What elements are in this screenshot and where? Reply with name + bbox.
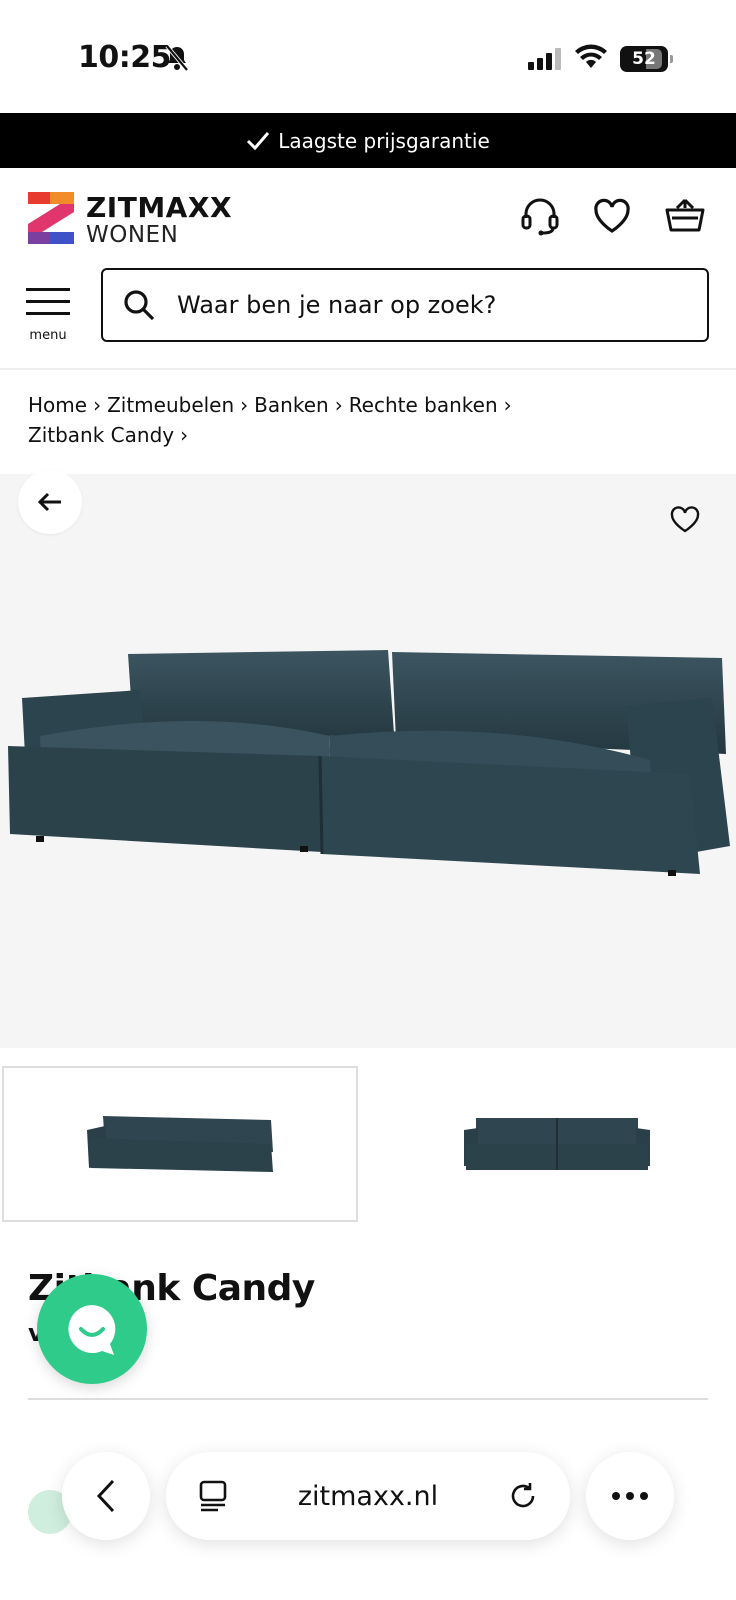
- battery-indicator: 52: [620, 46, 673, 72]
- back-button[interactable]: [18, 470, 82, 534]
- breadcrumb-rechte-banken[interactable]: Rechte banken: [349, 393, 498, 417]
- wishlist-heart-icon[interactable]: [592, 196, 632, 240]
- hamburger-icon: [26, 288, 70, 315]
- sofa-image: [8, 650, 730, 876]
- thumbnail-1[interactable]: [2, 1066, 358, 1222]
- menu-label: menu: [29, 328, 67, 343]
- address-bar[interactable]: zitmaxx.nl: [166, 1452, 570, 1540]
- more-dots-icon: [612, 1492, 648, 1500]
- check-icon: [247, 131, 270, 150]
- promo-text: Laagste prijsgarantie: [278, 128, 490, 153]
- url-text: zitmaxx.nl: [297, 1480, 439, 1512]
- breadcrumb-zitmeubelen[interactable]: Zitmeubelen: [107, 393, 234, 417]
- product-image[interactable]: [0, 474, 736, 1048]
- reload-icon[interactable]: [508, 1481, 538, 1511]
- chat-button[interactable]: [37, 1274, 147, 1384]
- arrow-left-icon: [37, 492, 61, 512]
- thumbnail-2[interactable]: [378, 1066, 736, 1222]
- wifi-icon: [574, 44, 608, 74]
- bell-off-icon: [164, 44, 190, 76]
- breadcrumb-banken[interactable]: Banken: [254, 393, 329, 417]
- customer-service-icon[interactable]: [520, 196, 560, 240]
- search-input[interactable]: [177, 291, 677, 319]
- battery-level: 52: [632, 49, 656, 69]
- logo-text-secondary: WONEN: [86, 222, 179, 248]
- signal-icon: [528, 48, 564, 74]
- breadcrumb-current[interactable]: Zitbank Candy: [28, 423, 174, 447]
- zitmaxx-logo[interactable]: ZITMAXX WONEN: [28, 192, 232, 248]
- menu-button[interactable]: menu: [26, 286, 70, 343]
- breadcrumb: Home › Zitmeubelen › Banken › Rechte banken › Zi…: [28, 393, 512, 447]
- chat-smile-icon: [68, 1305, 116, 1355]
- status-time: 10:25: [78, 40, 172, 75]
- logo-mark-icon: [28, 192, 74, 244]
- status-bar: 10:25 52: [0, 0, 736, 113]
- section-divider: [28, 1398, 708, 1400]
- sofa-thumbnail-image: [464, 1118, 650, 1170]
- sofa-thumbnail-image: [87, 1116, 273, 1172]
- search-bar[interactable]: [101, 268, 709, 342]
- header-divider: [0, 368, 736, 370]
- search-icon: [124, 290, 155, 321]
- breadcrumb-home[interactable]: Home: [28, 393, 87, 417]
- cart-basket-icon[interactable]: [664, 196, 706, 240]
- tab-overview-icon: [199, 1480, 227, 1512]
- favorite-heart-icon[interactable]: [670, 506, 700, 538]
- browser-back-button[interactable]: [62, 1452, 150, 1540]
- logo-text-primary: ZITMAXX: [86, 191, 233, 224]
- promo-bar: Laagste prijsgarantie: [0, 113, 736, 168]
- chevron-left-icon: [96, 1479, 115, 1513]
- browser-more-button[interactable]: [586, 1452, 674, 1540]
